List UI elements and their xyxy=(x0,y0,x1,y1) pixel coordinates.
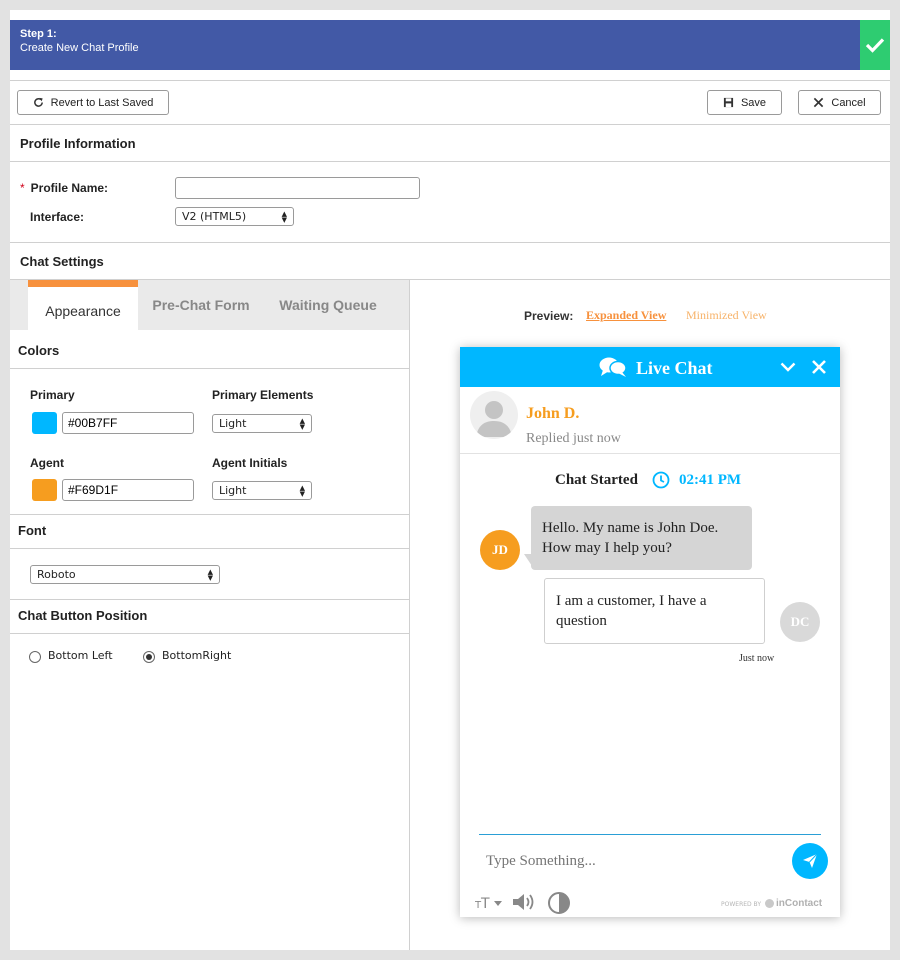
divider xyxy=(10,124,890,125)
interface-select[interactable]: V2 (HTML5) ▲ ▼ xyxy=(175,207,294,226)
panel-divider xyxy=(409,280,410,950)
chat-widget-header: Live Chat xyxy=(460,347,840,387)
app-frame: Step 1: Create New Chat Profile Revert t… xyxy=(10,10,890,950)
input-underline xyxy=(479,834,821,835)
agent-color-input[interactable] xyxy=(62,479,194,501)
user-placeholder-icon xyxy=(476,401,512,437)
powered-by-label: POWERED BY xyxy=(721,901,762,908)
divider xyxy=(10,548,409,549)
send-button[interactable] xyxy=(792,843,828,879)
radio-bottom-right-label: BottomRight xyxy=(162,649,232,662)
agent-initials-label: Agent Initials xyxy=(212,456,288,470)
profile-section-title: Profile Information xyxy=(20,136,136,151)
save-icon xyxy=(723,97,734,108)
close-icon[interactable] xyxy=(811,359,827,375)
customer-message-time: Just now xyxy=(739,653,775,664)
customer-message-bubble: I am a customer, I have a question xyxy=(544,578,765,644)
customer-initials-avatar: DC xyxy=(780,602,820,642)
step-subtitle: Create New Chat Profile xyxy=(20,42,139,54)
agent-name: John D. xyxy=(526,405,580,422)
refresh-icon xyxy=(33,97,43,107)
radio-bottom-left[interactable] xyxy=(29,651,41,663)
step-title: Step 1: xyxy=(20,28,57,40)
incontact-logo-icon xyxy=(765,899,774,908)
divider xyxy=(10,368,409,369)
close-icon xyxy=(814,97,824,108)
send-icon xyxy=(803,853,818,868)
agent-color-label: Agent xyxy=(30,456,64,470)
divider xyxy=(10,633,409,634)
required-mark: * xyxy=(20,181,25,195)
select-arrows-icon: ▲ ▼ xyxy=(207,567,213,582)
revert-button-label: Revert to Last Saved xyxy=(50,96,154,109)
tab-waiting-queue[interactable]: Waiting Queue xyxy=(268,280,388,330)
preview-label: Preview: xyxy=(524,309,574,323)
svg-text:T: T xyxy=(480,896,490,910)
tab-pre-chat-form[interactable]: Pre-Chat Form xyxy=(146,280,256,330)
radio-bottom-right[interactable] xyxy=(143,651,155,663)
brand-name: inContact xyxy=(776,898,823,909)
primary-color-swatch[interactable] xyxy=(32,412,57,434)
divider xyxy=(460,453,840,454)
agent-message-text: Hello. My name is John Doe. How may I he… xyxy=(542,520,719,556)
agent-initials-value: Light xyxy=(219,484,247,497)
divider xyxy=(10,161,890,162)
agent-color-swatch[interactable] xyxy=(32,479,57,501)
chat-started-label: Chat Started xyxy=(555,472,638,488)
select-arrows-icon: ▲ ▼ xyxy=(281,209,287,224)
primary-color-input[interactable] xyxy=(62,412,194,434)
step-complete-check-icon xyxy=(860,20,890,70)
text-size-icon[interactable]: T T xyxy=(475,894,503,910)
font-select[interactable]: Roboto ▲ ▼ xyxy=(30,565,220,584)
font-select-value: Roboto xyxy=(37,568,76,581)
customer-message-text: I am a customer, I have a question xyxy=(556,593,707,629)
agent-initials-select[interactable]: Light ▲ ▼ xyxy=(212,481,312,500)
cancel-button-label: Cancel xyxy=(831,96,866,109)
profile-name-label: * Profile Name: xyxy=(20,181,108,195)
chat-started-time: 02:41 PM xyxy=(679,472,742,488)
profile-name-label-text: Profile Name: xyxy=(30,181,109,195)
agent-initials-avatar: JD xyxy=(480,530,520,570)
chat-settings-title: Chat Settings xyxy=(20,254,104,269)
bubble-tail xyxy=(524,554,532,566)
divider xyxy=(10,514,409,515)
contrast-icon[interactable] xyxy=(547,891,571,915)
volume-icon[interactable] xyxy=(511,892,539,912)
profile-name-input[interactable] xyxy=(175,177,420,199)
primary-color-label: Primary xyxy=(30,388,75,402)
chat-bubbles-icon xyxy=(599,357,627,377)
message-input[interactable] xyxy=(486,850,786,872)
divider xyxy=(10,242,890,243)
colors-title: Colors xyxy=(18,343,60,358)
chevron-down-icon[interactable] xyxy=(780,361,796,373)
divider xyxy=(10,80,890,81)
primary-elements-label: Primary Elements xyxy=(212,388,314,402)
clock-icon xyxy=(652,471,670,489)
agent-status: Replied just now xyxy=(526,431,621,446)
font-title: Font xyxy=(18,523,47,538)
cancel-button[interactable]: Cancel xyxy=(798,90,881,115)
save-button-label: Save xyxy=(740,96,767,109)
tab-appearance[interactable]: Appearance xyxy=(28,280,138,330)
select-arrows-icon: ▲ ▼ xyxy=(299,416,305,431)
agent-avatar xyxy=(470,391,518,439)
chat-button-position-title: Chat Button Position xyxy=(18,608,148,623)
step-header: Step 1: Create New Chat Profile xyxy=(10,20,890,70)
save-button[interactable]: Save xyxy=(707,90,782,115)
primary-elements-select[interactable]: Light ▲ ▼ xyxy=(212,414,312,433)
expanded-view-link[interactable]: Expanded View xyxy=(586,308,666,323)
divider xyxy=(10,599,409,600)
agent-message-bubble: Hello. My name is John Doe. How may I he… xyxy=(524,506,752,570)
chat-widget-preview: Live Chat John D. Replied just now Chat … xyxy=(460,347,840,917)
chat-widget-title: Live Chat xyxy=(636,358,713,378)
interface-select-value: V2 (HTML5) xyxy=(182,210,247,223)
primary-elements-value: Light xyxy=(219,417,247,430)
minimized-view-link[interactable]: Minimized View xyxy=(686,308,767,323)
revert-button[interactable]: Revert to Last Saved xyxy=(17,90,169,115)
select-arrows-icon: ▲ ▼ xyxy=(299,483,305,498)
radio-bottom-left-label: Bottom Left xyxy=(48,649,113,662)
interface-label: Interface: xyxy=(30,210,85,224)
